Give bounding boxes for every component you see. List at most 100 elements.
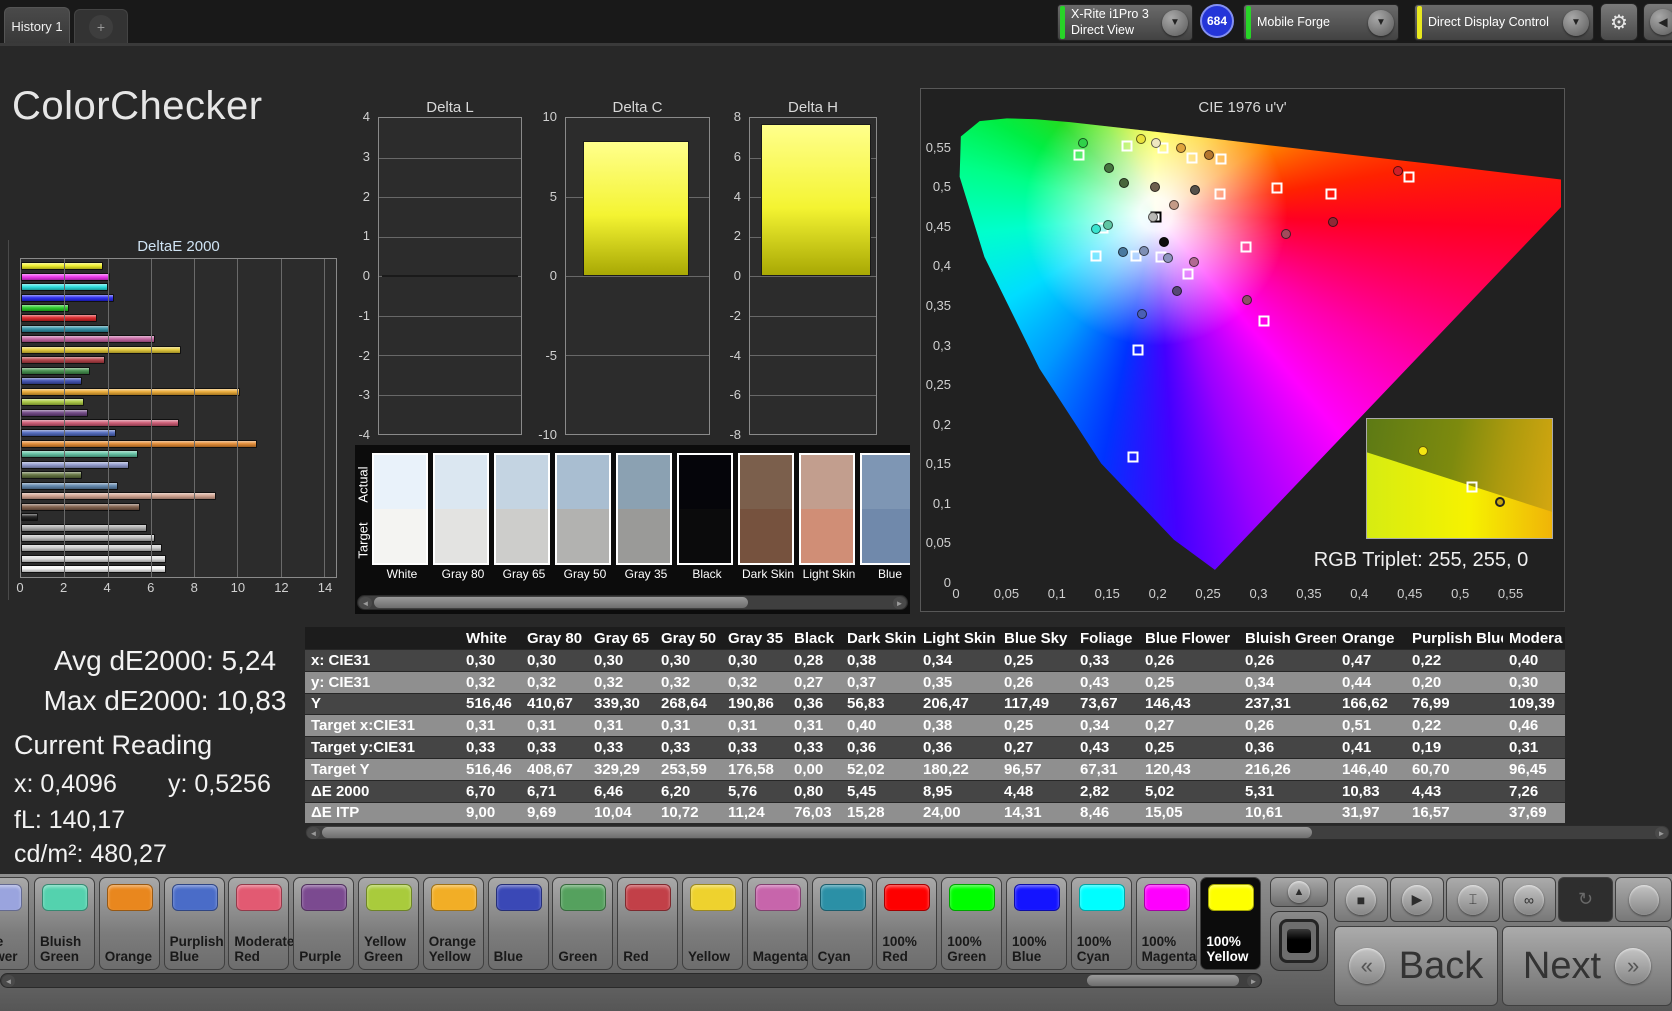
table-scrollbar[interactable]: ◄ ► [305, 825, 1670, 840]
table-scrollbar-thumb[interactable] [322, 827, 1312, 838]
patch-button-bluish-green[interactable]: Bluish Green [34, 877, 95, 970]
deltae-bar [21, 460, 130, 469]
blank-button[interactable] [1615, 877, 1672, 922]
table-cell: 31,97 [1342, 804, 1380, 822]
next-button[interactable]: Next » [1502, 926, 1672, 1006]
pattern-up-button[interactable]: ▲ [1270, 877, 1328, 907]
table-cell: 73,67 [1080, 695, 1118, 713]
cie-target-marker [1325, 188, 1337, 200]
patch-button-moderate-red[interactable]: Moderate Red [228, 877, 294, 970]
table-cell: 0,30 [728, 651, 758, 669]
delta-axis-tick-label: -5 [545, 347, 557, 363]
collapse-panel-button[interactable]: ◀ [1643, 3, 1672, 41]
patch-button-100-blue[interactable]: 100% Blue [1006, 877, 1067, 970]
infinity-icon: ∞ [1514, 884, 1544, 915]
patch-button-yellow-green[interactable]: Yellow Green [358, 877, 419, 970]
patch-button-orange-yellow[interactable]: Orange Yellow [422, 877, 484, 970]
table-cell: 0,22 [1412, 717, 1442, 735]
patch-button-100-green[interactable]: 100% Green [941, 877, 1003, 970]
tab-history-1[interactable]: History 1 [4, 7, 70, 44]
patch-label: Yellow Green [364, 933, 407, 964]
patch-button-magenta[interactable]: Magenta [746, 877, 808, 970]
table-cell: 76,99 [1412, 695, 1450, 713]
patch-button-green[interactable]: Green [552, 877, 614, 970]
back-button[interactable]: « Back [1334, 926, 1498, 1006]
swatch-target-color [496, 509, 548, 563]
table-column-header: Gray 50 [661, 629, 717, 647]
table-cell: 0,30 [594, 651, 624, 669]
table-cell: 67,31 [1080, 760, 1118, 778]
cie-axis-tick-label: 0,55 [1497, 586, 1524, 601]
meter-dropdown[interactable]: X-Rite i1Pro 3 Direct View ▼ [1057, 4, 1193, 41]
table-cell: 0,31 [794, 717, 824, 735]
patch-button-red[interactable]: Red [617, 877, 679, 970]
source-dropdown[interactable]: Mobile Forge ▼ [1243, 4, 1399, 41]
table-row-label: Target x:CIE31 [311, 717, 415, 735]
patch-button-100-cyan[interactable]: 100% Cyan [1070, 877, 1132, 970]
continuous-read-button[interactable]: ∞ [1502, 877, 1556, 922]
patch-button-yellow[interactable]: Yellow [682, 877, 743, 970]
play-button[interactable]: ▶ [1390, 877, 1444, 922]
patch-scrollbar-thumb[interactable] [1087, 975, 1239, 986]
patch-button-orange[interactable]: Orange [98, 877, 160, 970]
patch-color-swatch [430, 884, 477, 911]
reading-fl-value: fL: 140,17 [14, 806, 126, 834]
cie-measured-marker [1168, 199, 1179, 210]
patch-scrollbar[interactable]: ◄ ► [0, 973, 1262, 988]
patch-button-100-yellow[interactable]: 100% Yellow [1200, 877, 1262, 970]
swatch-actual-color [862, 455, 910, 509]
scroll-right-icon[interactable]: ► [1247, 975, 1260, 987]
stop-button[interactable]: ■ [1334, 877, 1388, 922]
table-cell: 10,04 [594, 804, 632, 822]
table-cell: 0,00 [794, 760, 824, 778]
swatch-scrollbar-thumb[interactable] [374, 597, 748, 608]
table-row-label: Target Y [311, 760, 370, 778]
deltae-bar [21, 304, 69, 313]
table-column-header: Purplish Blue [1412, 629, 1503, 647]
patch-button-purple[interactable]: Purple [293, 877, 355, 970]
pattern-window-button[interactable] [1270, 911, 1328, 971]
table-cell: 0,27 [1145, 717, 1175, 735]
scroll-left-icon[interactable]: ◄ [307, 827, 320, 839]
table-column-header: Black [794, 629, 835, 647]
table-cell: 0,22 [1412, 651, 1442, 669]
table-cell: 0,25 [1145, 739, 1175, 757]
swatch-label: Black [692, 567, 722, 581]
workflow-dropdown[interactable]: Direct Display Control ▼ [1414, 4, 1594, 41]
scroll-right-icon[interactable]: ► [893, 597, 906, 609]
cie-measured-marker [1149, 182, 1160, 193]
scroll-left-icon[interactable]: ◄ [2, 975, 15, 987]
patch-button-blue-flower[interactable]: Blue Flower [0, 877, 29, 970]
loop-button[interactable]: ↻ [1558, 877, 1613, 922]
cie-axis-tick-label: 0,35 [925, 297, 951, 313]
scroll-left-icon[interactable]: ◄ [359, 597, 372, 609]
scroll-right-icon[interactable]: ► [1655, 827, 1668, 839]
table-header-row: White Gray 80 Gray 65 Gray 50 Gray 35 Black Da… [305, 627, 1565, 649]
delta-gridline [750, 355, 876, 356]
patch-button-100-magenta[interactable]: 100% Magenta [1135, 877, 1197, 970]
pattern-toolbar: Blue Flower Bluish Green Orange Purplish Bl… [0, 874, 1672, 1011]
patch-button-cyan[interactable]: Cyan [811, 877, 873, 970]
deltae-gridline [324, 259, 326, 577]
table-cell: 0,51 [1342, 717, 1372, 735]
delta-gridline [379, 236, 521, 238]
table-cell: 4,43 [1412, 782, 1442, 800]
patch-button-blue[interactable]: Blue [487, 877, 549, 970]
patch-button-100-red[interactable]: 100% Red [876, 877, 938, 970]
delta-c-plot [565, 117, 710, 435]
swatch-scrollbar[interactable]: ◄ ► [357, 595, 908, 610]
table-cell: 0,37 [847, 673, 877, 691]
delta-axis-tick-label: -4 [358, 427, 370, 442]
add-tab-button[interactable]: + [74, 9, 128, 44]
pattern-size-button[interactable]: ⌶ [1446, 877, 1500, 922]
table-cell: 4,48 [1004, 782, 1034, 800]
swatch-label: Gray 65 [502, 567, 546, 581]
patch-button-purplish-blue[interactable]: Purplish Blue [163, 877, 225, 970]
table-cell: 0,47 [1342, 651, 1372, 669]
source-dropdown-label: Mobile Forge [1257, 14, 1330, 29]
reading-cdm2-value: cd/m²: 480,27 [14, 840, 167, 868]
table-cell: 96,57 [1004, 760, 1042, 778]
table-column-header: Dark Skin [847, 629, 917, 647]
cie-measured-marker [1119, 178, 1130, 189]
settings-button[interactable]: ⚙ [1600, 3, 1638, 41]
